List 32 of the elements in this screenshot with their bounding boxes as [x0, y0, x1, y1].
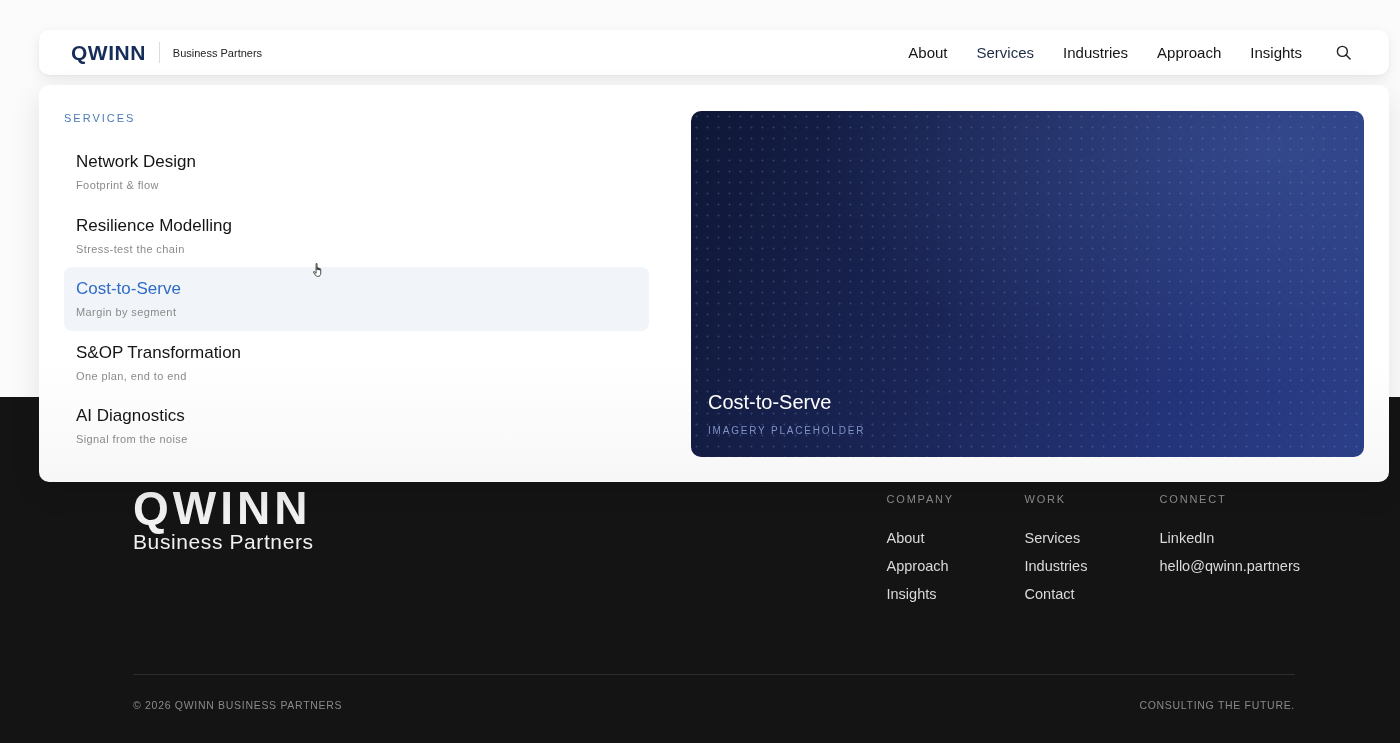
- footer-link[interactable]: Insights: [886, 580, 937, 608]
- preview-title: Cost-to-Serve: [708, 390, 832, 415]
- menu-item[interactable]: Network Design Footprint & flow: [64, 140, 649, 204]
- menu-item[interactable]: Resilience Modelling Stress-test the chain: [64, 203, 649, 267]
- search-icon: [1336, 45, 1351, 60]
- nav-link[interactable]: Services: [976, 44, 1035, 61]
- logo-tagline: Business Partners: [172, 46, 263, 59]
- column-heading: COMPANY: [886, 492, 954, 506]
- section-heading: SERVICES: [64, 111, 136, 125]
- logo-wordmark[interactable]: QWINN: [71, 40, 146, 65]
- column-heading: CONNECT: [1159, 492, 1227, 506]
- footer-link[interactable]: Contact: [1024, 580, 1075, 608]
- footer-link[interactable]: LinkedIn: [1159, 524, 1215, 552]
- search-button[interactable]: [1336, 45, 1351, 60]
- footer-link[interactable]: hello@qwinn.partners: [1159, 552, 1300, 580]
- nav-link[interactable]: About: [908, 44, 948, 61]
- footer-link[interactable]: Industries: [1024, 552, 1088, 580]
- nav-link[interactable]: Insights: [1250, 44, 1302, 61]
- hand-cursor-icon: [313, 263, 323, 278]
- menu-item[interactable]: S&OP Transformation One plan, end to end: [64, 330, 649, 394]
- preview-caption: IMAGERY PLACEHOLDER: [708, 424, 866, 438]
- slogan-text: CONSULTING THE FUTURE.: [1139, 699, 1295, 711]
- menu-item[interactable]: AI Diagnostics Signal from the noise: [64, 394, 649, 458]
- footer-link[interactable]: Approach: [886, 552, 949, 580]
- nav-link[interactable]: Industries: [1063, 44, 1129, 61]
- copyright-text: © 2026 QWINN BUSINESS PARTNERS: [133, 699, 343, 711]
- footer-link[interactable]: Services: [1024, 524, 1081, 552]
- footer-link[interactable]: About: [886, 524, 925, 552]
- logo-wordmark: QWINN: [133, 482, 312, 534]
- nav-link[interactable]: Approach: [1157, 44, 1222, 61]
- column-heading: WORK: [1024, 492, 1066, 506]
- menu-item[interactable]: Cost-to-Serve Margin by segment: [64, 267, 649, 331]
